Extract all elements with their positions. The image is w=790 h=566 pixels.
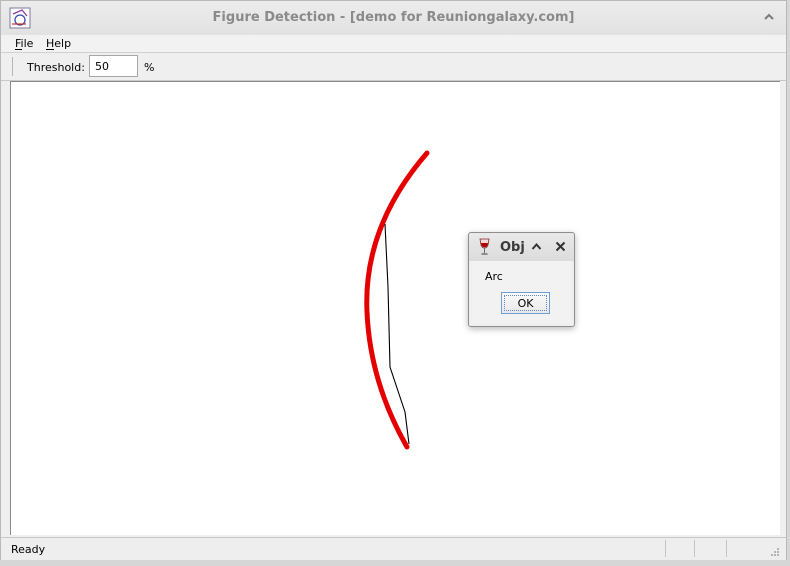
toolbar-grip [12, 57, 13, 76]
object-dialog: Obj Arc OK [468, 232, 575, 327]
dialog-message: Arc [485, 270, 503, 283]
dialog-maximize-button[interactable] [531, 241, 542, 252]
detected-arc [364, 150, 430, 450]
canvas-drawing [364, 150, 430, 450]
drawing-canvas[interactable] [10, 81, 780, 535]
status-cell [694, 540, 695, 557]
menu-file-mnemonic-underline [15, 49, 22, 50]
title-bar[interactable]: Figure Detection - [demo for Reuniongala… [1, 1, 786, 35]
status-cell [665, 540, 666, 557]
maximize-button[interactable] [762, 10, 776, 24]
threshold-label: Threshold: [27, 61, 85, 74]
menu-help-mnemonic-underline [46, 49, 54, 50]
status-text: Ready [11, 543, 46, 556]
dialog-title: Obj [500, 240, 525, 255]
dialog-body: Arc OK [472, 261, 571, 323]
status-cell [726, 540, 727, 557]
window-title: Figure Detection - [demo for Reuniongala… [212, 10, 575, 25]
threshold-input[interactable] [89, 55, 138, 77]
toolbar: Threshold: % [1, 53, 786, 81]
dialog-close-button[interactable] [555, 241, 566, 252]
menu-bar: File Help [1, 35, 786, 53]
wine-glass-icon [479, 238, 490, 255]
dialog-title-bar[interactable]: Obj [469, 233, 574, 261]
resize-grip[interactable] [770, 547, 780, 557]
status-bar: Ready [1, 537, 786, 560]
main-window: Figure Detection - [demo for Reuniongala… [0, 0, 787, 560]
threshold-unit: % [144, 61, 155, 74]
ok-button[interactable]: OK [501, 292, 550, 314]
